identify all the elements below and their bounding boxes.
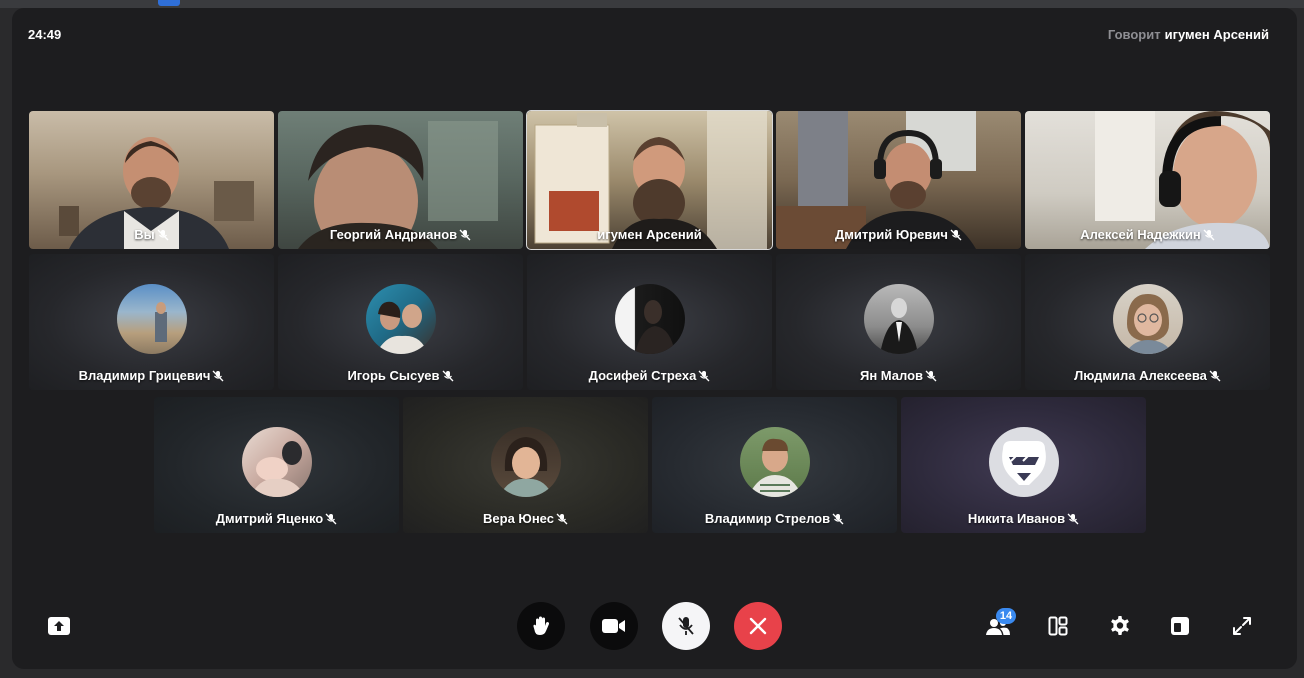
avatar [1112, 284, 1183, 354]
participant-name: Владимир Стрелов [652, 511, 897, 526]
participant-name: Алексей Надежкин [1025, 227, 1270, 242]
participant-name: Дмитрий Яценко [154, 511, 399, 526]
mic-off-icon [556, 513, 568, 525]
speaking-name: игумен Арсений [1164, 27, 1269, 42]
share-screen-icon [48, 617, 70, 635]
raise-hand-icon [533, 616, 550, 635]
mic-off-icon [157, 229, 169, 241]
layout-button[interactable] [1042, 610, 1074, 642]
video-tile-self[interactable]: Вы [29, 111, 274, 249]
layout-icon [1048, 616, 1068, 636]
microphone-toggle-button[interactable] [662, 602, 710, 650]
participant-name: Игорь Сысуев [278, 368, 523, 383]
participant-name: Владимир Грицевич [29, 368, 274, 383]
avatar-tile-vladimir-strelov[interactable]: Владимир Стрелов [652, 397, 897, 533]
video-tile-alexey[interactable]: Алексей Надежкин [1025, 111, 1270, 249]
mic-off-icon [442, 370, 453, 382]
participant-name: Дмитрий Юревич [776, 227, 1021, 242]
video-tile-arseny[interactable]: игумен Арсений [526, 110, 773, 250]
participant-name: Вера Юнес [403, 511, 648, 526]
participant-name: Никита Иванов [901, 511, 1146, 526]
call-window: 24:49 Говорит игумен Арсений Вы Георгий А… [12, 8, 1297, 669]
browser-top-strip [0, 0, 1304, 8]
avatar-tile-dmitry-yatsenko[interactable]: Дмитрий Яценко [154, 397, 399, 533]
avatar-tile-vera[interactable]: Вера Юнес [403, 397, 648, 533]
video-tile-dmitry-yurevich[interactable]: Дмитрий Юревич [776, 111, 1021, 249]
end-call-icon [749, 617, 767, 635]
avatar [739, 427, 810, 497]
avatar-tile-igor[interactable]: Игорь Сысуев [278, 254, 523, 390]
avatar [490, 427, 561, 497]
avatar [365, 284, 436, 354]
mic-off-icon [212, 370, 224, 382]
mic-off-icon [950, 229, 962, 241]
active-speaker-indicator: Говорит игумен Арсений [1108, 27, 1269, 42]
avatar [863, 284, 934, 354]
speaking-prefix: Говорит [1107, 27, 1161, 42]
participants-button[interactable]: 14 [982, 608, 1016, 642]
fullscreen-icon [1233, 617, 1251, 635]
avatar-tile-yan[interactable]: Ян Малов [776, 254, 1021, 390]
mic-off-icon [459, 229, 471, 241]
avatar-tile-dosifey[interactable]: Досифей Стреха [527, 254, 772, 390]
settings-icon [1111, 616, 1129, 635]
avatar-tile-vladimir-gritsevich[interactable]: Владимир Грицевич [29, 254, 274, 390]
mic-off-icon [1209, 370, 1221, 382]
avatar [241, 427, 312, 497]
mic-off-icon [832, 513, 844, 525]
avatar [614, 284, 685, 354]
mic-off-icon [698, 370, 710, 382]
participant-name: Георгий Андрианов [278, 227, 523, 242]
participants-count-badge: 14 [996, 608, 1016, 624]
avatar [116, 284, 187, 354]
mic-off-icon [325, 513, 337, 525]
camera-icon [602, 619, 625, 633]
call-controls: 14 [12, 602, 1297, 652]
picture-in-picture-icon [1171, 617, 1189, 635]
end-call-button[interactable] [734, 602, 782, 650]
settings-button[interactable] [1104, 610, 1136, 642]
share-screen-button[interactable] [43, 610, 75, 642]
call-timer: 24:49 [28, 27, 62, 42]
mic-off-icon [1067, 513, 1079, 525]
mic-off-icon [1203, 229, 1215, 241]
raise-hand-button[interactable] [517, 602, 565, 650]
default-avatar-icon [988, 427, 1059, 497]
fullscreen-button[interactable] [1226, 610, 1258, 642]
microphone-muted-icon [678, 617, 694, 635]
participant-name: Людмила Алексеева [1025, 368, 1270, 383]
participant-name: Ян Малов [776, 368, 1021, 383]
participant-name: Досифей Стреха [527, 368, 772, 383]
app-logo-icon [158, 0, 180, 6]
video-tile-georgy[interactable]: Георгий Андрианов [278, 111, 523, 249]
participant-name: Вы [29, 227, 274, 242]
mic-off-icon [925, 370, 937, 382]
avatar-tile-nikita[interactable]: Никита Иванов [901, 397, 1146, 533]
picture-in-picture-button[interactable] [1164, 610, 1196, 642]
camera-toggle-button[interactable] [590, 602, 638, 650]
avatar-tile-lyudmila[interactable]: Людмила Алексеева [1025, 254, 1270, 390]
participant-name: игумен Арсений [597, 227, 702, 242]
